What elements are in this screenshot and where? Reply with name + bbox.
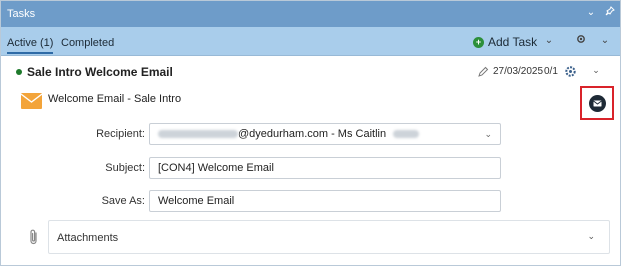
panel-titlebar: Tasks ⌄: [1, 1, 620, 27]
task-header[interactable]: Sale Intro Welcome Email 27/03/2025 0/1 …: [11, 63, 611, 81]
attachments-section[interactable]: Attachments ⌄: [48, 220, 610, 254]
pin-icon[interactable]: [603, 6, 617, 20]
highlighted-send-email-area: [580, 86, 614, 120]
save-as-input[interactable]: Welcome Email: [149, 190, 501, 212]
redacted-surname: [393, 130, 420, 139]
task-collapse-chevron-icon[interactable]: ⌄: [591, 65, 601, 77]
recipient-select[interactable]: @dyedurham.com - Ms Caitlin ⌄: [149, 123, 501, 145]
task-tabbar: Active (1) Completed + Add Task ⌄ ⌄: [1, 27, 620, 56]
chevron-down-icon[interactable]: ⌄: [584, 6, 598, 20]
task-progress: 0/1: [544, 66, 558, 77]
subject-label: Subject:: [105, 162, 145, 174]
paperclip-icon: [28, 228, 40, 246]
plus-icon: +: [473, 36, 484, 48]
add-task-label: Add Task: [488, 35, 538, 49]
recipient-label: Recipient:: [96, 128, 145, 140]
add-task-dropdown-chevron-icon[interactable]: ⌄: [542, 34, 556, 48]
status-dot: [16, 69, 22, 75]
settings-dropdown-chevron-icon[interactable]: ⌄: [598, 34, 612, 48]
tab-completed[interactable]: Completed: [61, 37, 114, 49]
task-title: Sale Intro Welcome Email: [27, 65, 173, 79]
chevron-down-icon: ⌄: [484, 129, 492, 139]
add-task-button[interactable]: + Add Task: [473, 34, 537, 50]
attachments-label: Attachments: [57, 232, 119, 244]
email-template-name: Welcome Email - Sale Intro: [48, 93, 182, 105]
subject-input[interactable]: [CON4] Welcome Email: [149, 157, 501, 179]
envelope-icon: [20, 93, 43, 109]
save-as-label: Save As:: [101, 195, 145, 207]
tab-active[interactable]: Active (1): [7, 37, 54, 54]
settings-icon[interactable]: [574, 34, 588, 48]
recipient-value: @dyedurham.com - Ms Caitlin: [238, 128, 387, 140]
redacted-email: [158, 130, 238, 139]
task-due-date: 27/03/2025: [493, 66, 544, 77]
tasks-panel: Tasks ⌄ Active (1) Completed + Add Task …: [0, 0, 621, 266]
panel-title: Tasks: [7, 8, 36, 20]
attachments-expand-chevron-icon[interactable]: ⌄: [587, 231, 595, 242]
gear-icon[interactable]: [564, 65, 577, 78]
send-email-button[interactable]: [589, 95, 606, 112]
edit-pencil-icon[interactable]: [477, 66, 489, 78]
